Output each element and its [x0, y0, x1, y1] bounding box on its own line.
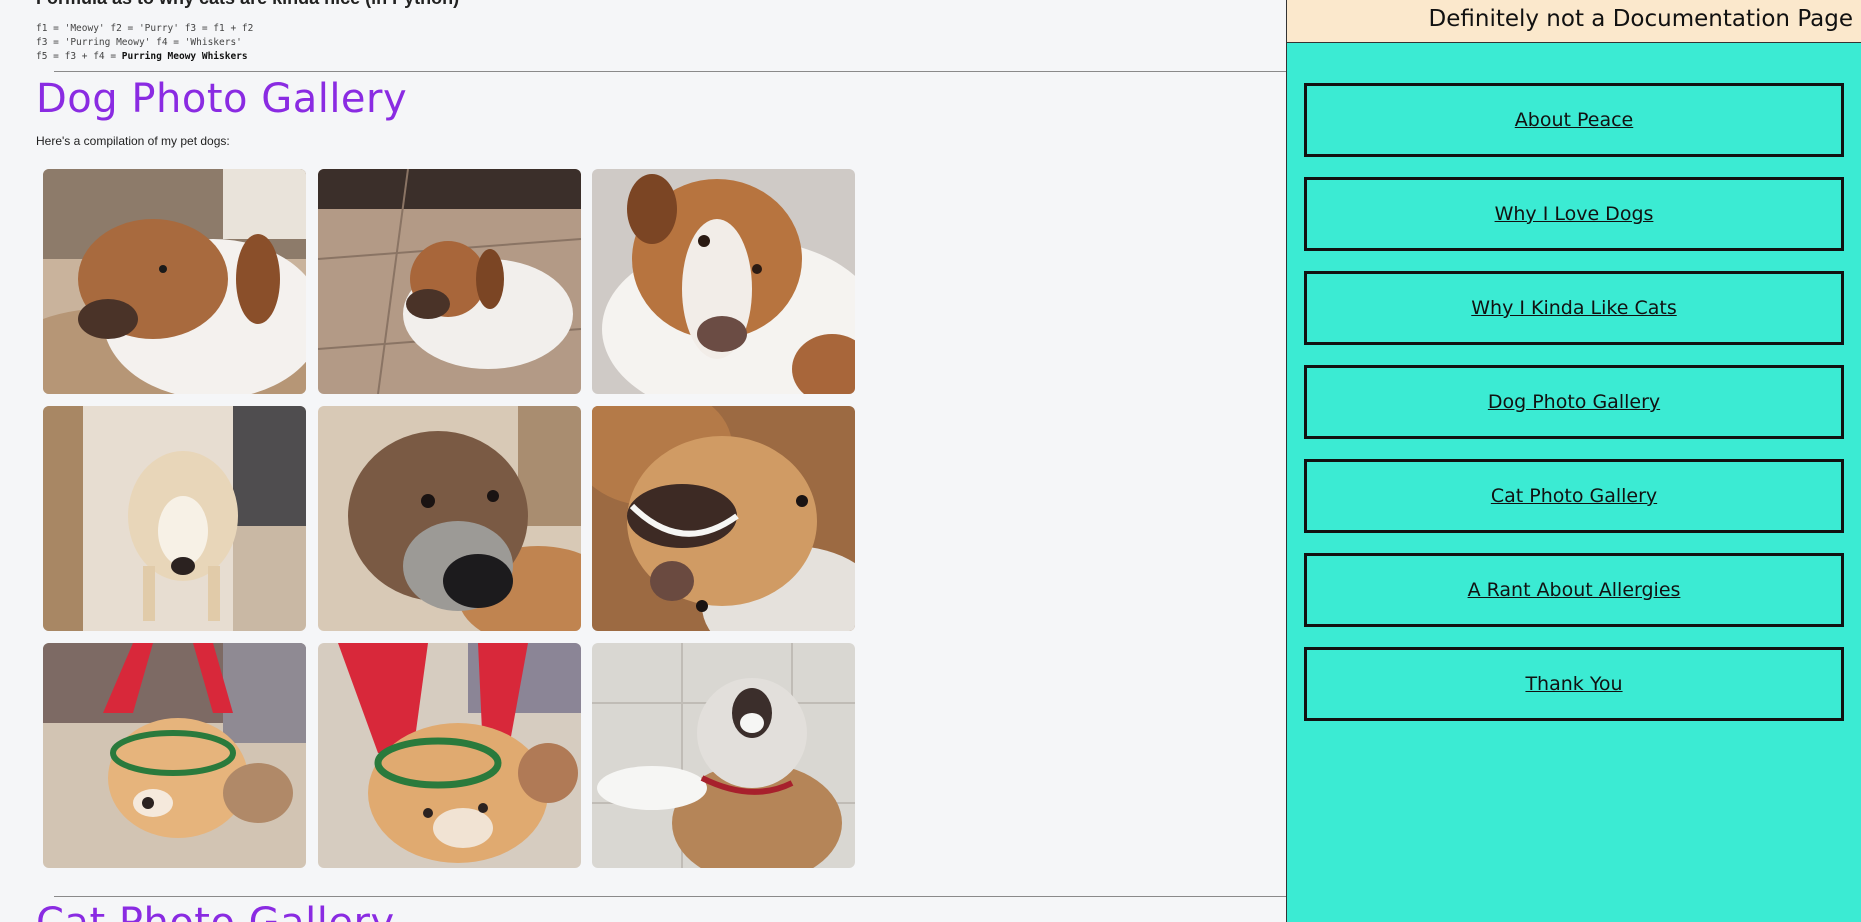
divider	[54, 71, 1286, 72]
cat-gallery-title: Cat Photo Gallery	[36, 900, 395, 922]
divider	[54, 896, 1286, 897]
dog-photo-4[interactable]	[43, 406, 306, 631]
dog-photo-6[interactable]	[592, 406, 855, 631]
nav-link-cat-photo-gallery[interactable]: Cat Photo Gallery	[1304, 459, 1844, 533]
code-line-3-result: Purring Meowy Whiskers	[121, 51, 248, 62]
code-line-1: f1 = 'Meowy' f2 = 'Purry' f3 = f1 + f2	[36, 23, 254, 34]
code-line-3-prefix: f5 = f3 + f4 =	[36, 51, 122, 62]
sidebar-title: Definitely not a Documentation Page	[1428, 6, 1853, 32]
dog-photo-7[interactable]	[43, 643, 306, 868]
dog-photo-3[interactable]	[592, 169, 855, 394]
dog-photo-5[interactable]	[318, 406, 581, 631]
sidebar-header: Definitely not a Documentation Page	[1287, 0, 1861, 43]
dog-photo-9[interactable]	[592, 643, 855, 868]
nav-link-rant-about-allergies[interactable]: A Rant About Allergies	[1304, 553, 1844, 627]
nav-link-why-i-kinda-like-cats[interactable]: Why I Kinda Like Cats	[1304, 271, 1844, 345]
nav-link-thank-you[interactable]: Thank You	[1304, 647, 1844, 721]
section-heading-formula: Formula as to why cats are kinda nice (i…	[36, 0, 459, 9]
dog-photo-8[interactable]	[318, 643, 581, 868]
dog-gallery-intro: Here's a compilation of my pet dogs:	[36, 134, 230, 148]
nav-link-about-peace[interactable]: About Peace	[1304, 83, 1844, 157]
dog-gallery-title: Dog Photo Gallery	[36, 76, 408, 122]
nav-link-why-i-love-dogs[interactable]: Why I Love Dogs	[1304, 177, 1844, 251]
main-content: Formula as to why cats are kinda nice (i…	[0, 0, 1286, 922]
nav-link-dog-photo-gallery[interactable]: Dog Photo Gallery	[1304, 365, 1844, 439]
sidebar-nav: Definitely not a Documentation Page Abou…	[1286, 0, 1861, 922]
dog-photo-2[interactable]	[318, 169, 581, 394]
dog-photo-1[interactable]	[43, 169, 306, 394]
code-line-2: f3 = 'Purring Meowy' f4 = 'Whiskers'	[36, 37, 242, 48]
code-line-3: f5 = f3 + f4 = Purring Meowy Whiskers	[36, 51, 248, 62]
